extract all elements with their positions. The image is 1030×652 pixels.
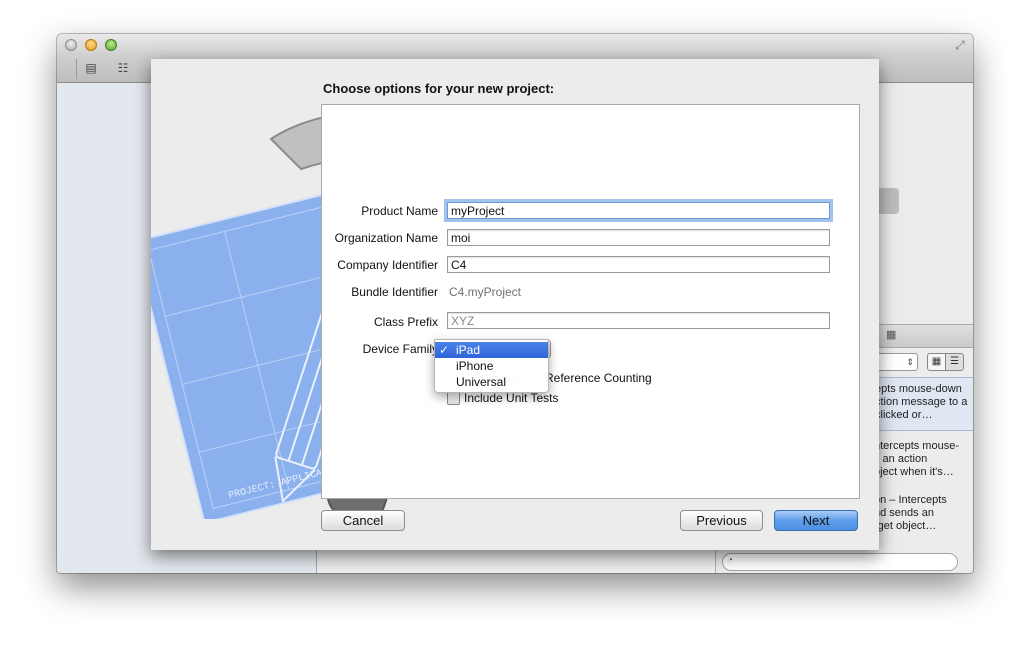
menu-item-label: Universal [456,375,507,389]
previous-button[interactable]: Previous [680,510,763,531]
fullscreen-icon[interactable]: ⤢ [953,38,967,52]
company-identifier-field[interactable] [447,256,830,273]
zoom-window-button[interactable] [105,39,117,51]
bundle-identifier-value: C4.myProject [449,285,522,299]
close-window-button[interactable] [65,39,77,51]
cancel-button[interactable]: Cancel [321,510,405,531]
sheet-title: Choose options for your new project: [323,81,555,96]
arc-label: Reference Counting [545,371,652,385]
minimize-window-button[interactable] [85,39,97,51]
hierarchy-icon[interactable]: ☷ [113,61,133,76]
search-icon: ◔ [727,555,734,566]
product-name-field[interactable] [447,202,830,219]
toolbar-divider [76,59,77,79]
unit-tests-checkbox-row[interactable]: Include Unit Tests [447,391,577,405]
stepper-arrows-icon: ⇕ [906,357,914,367]
class-prefix-field[interactable] [447,312,830,329]
options-form-panel [321,104,860,499]
menu-item-iphone[interactable]: iPhone [435,358,548,374]
menu-item-label: iPhone [456,359,494,373]
checkmark-icon: ✓ [439,343,450,357]
device-family-label: Device Family [362,342,438,356]
menu-item-universal[interactable]: Universal [435,374,548,390]
unit-tests-label: Include Unit Tests [464,391,559,405]
class-prefix-label: Class Prefix [373,315,438,329]
library-search-field[interactable]: ◔ [722,553,958,571]
device-family-menu: ✓ iPad iPhone Universal [434,339,549,393]
library-item-description: on – Intercepts nd sends an rget object… [874,494,947,532]
organization-name-field[interactable] [447,229,830,246]
bundle-identifier-label: Bundle Identifier [351,285,438,299]
folder-icon[interactable]: ▤ [81,61,101,76]
unit-tests-checkbox[interactable] [447,392,460,405]
list-view-icon[interactable]: ☰ [945,353,964,371]
library-item-description: ntercepts mouse- s an action bject when … [874,440,959,478]
organization-name-label: Organization Name [334,231,438,245]
next-button[interactable]: Next [774,510,858,531]
menu-item-label: iPad [456,343,481,357]
company-identifier-label: Company Identifier [337,258,438,272]
product-name-label: Product Name [361,204,438,218]
title-bar: ⤢ [57,34,973,56]
media-library-icon[interactable]: ▦ [886,328,896,341]
library-item-description: epts mouse-down ction message to a click… [875,383,968,421]
grid-view-icon[interactable]: ▦ [927,353,946,371]
menu-item-ipad[interactable]: ✓ iPad [435,342,548,358]
new-project-sheet: PROJECT: APPLICATION.APP Choose options … [151,59,879,550]
